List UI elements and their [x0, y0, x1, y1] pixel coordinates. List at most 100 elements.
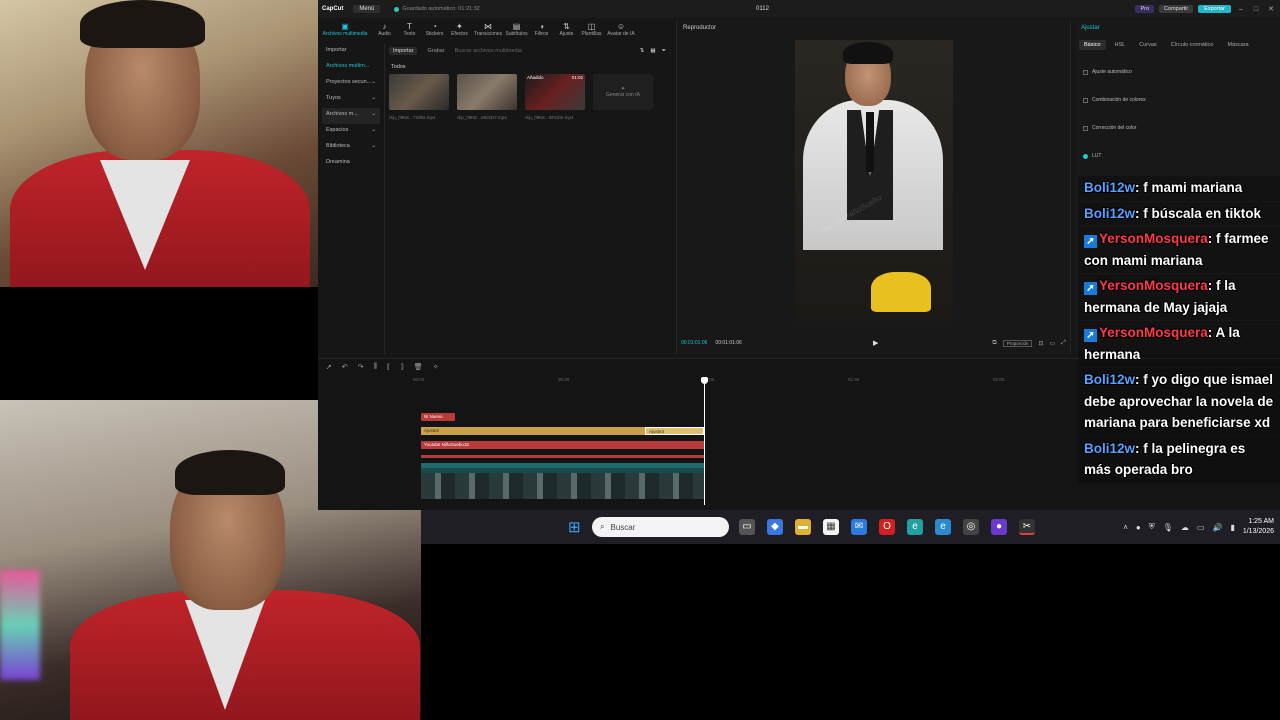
ruler-tick: 00:00 — [413, 377, 425, 382]
file-explorer-icon[interactable]: ▬ — [795, 519, 811, 535]
timeline-overlay-clip[interactable] — [421, 455, 704, 458]
capcut-taskbar-icon[interactable]: ✂ — [1019, 519, 1035, 535]
fullscreen-icon[interactable]: ⤢ — [1061, 340, 1066, 347]
user-badge-icon: ➚ — [1084, 282, 1097, 295]
checkbox[interactable] — [1083, 153, 1088, 159]
grid-view-icon[interactable]: ▦ — [650, 48, 655, 54]
adjust-row-auto[interactable]: Ajuste automático — [1075, 58, 1280, 86]
redo-icon[interactable]: ↷ — [358, 363, 364, 371]
filter-icon[interactable]: ⏷ — [662, 48, 666, 55]
clock[interactable]: 1:25 AM 1/13/2026 — [1243, 517, 1274, 537]
menu-button[interactable]: Menú — [353, 5, 381, 13]
ratio-button[interactable]: Proporción — [1002, 339, 1033, 347]
battery-icon[interactable]: ▮ — [1230, 523, 1234, 532]
magic-icon[interactable]: ✧ — [433, 363, 439, 371]
adjust-row-color-correction[interactable]: Corrección del color — [1075, 114, 1280, 142]
project-name[interactable]: 0112 — [756, 6, 769, 12]
maximize-icon[interactable]: □ — [1251, 6, 1261, 13]
split-icon[interactable]: ⫼ — [374, 363, 377, 371]
quality-icon[interactable]: ▭ — [1050, 340, 1056, 347]
chrome-icon[interactable]: ◎ — [963, 519, 979, 535]
generate-ai-card[interactable]: ✦ Generar con IA — [593, 74, 653, 120]
import-button[interactable]: Importar — [389, 47, 418, 55]
media-clip[interactable]: clip_09KE...MDSD7.mp4 — [457, 74, 517, 120]
timeline-main-video[interactable]: clip_09KE7BFSFCD4ZVK6AT6RPD3I.mp4 — [421, 463, 704, 499]
sidebar-item-projects[interactable]: Proyectos secun... ⌄ — [322, 76, 380, 92]
edge-dev-icon[interactable]: e — [935, 519, 951, 535]
sidebar-item-library[interactable]: Biblioteca ⌄ — [322, 140, 380, 156]
volume-icon[interactable]: 🔊 — [1212, 523, 1222, 532]
chevron-up-icon[interactable]: ˄ — [1123, 523, 1128, 532]
tab-audio[interactable]: ♪ Audio — [372, 22, 397, 40]
sidebar-item-media[interactable]: Archivos multim... — [322, 60, 380, 76]
adjust-row-color-match[interactable]: Combinación de colores — [1075, 86, 1280, 114]
delete-icon[interactable]: 🗑 — [414, 363, 423, 371]
sidebar-item-files[interactable]: Archivos m... ⌄ — [322, 108, 380, 124]
sidebar-item-yours[interactable]: Tuyos ⌄ — [322, 92, 380, 108]
task-view-icon[interactable]: ▭ — [739, 519, 755, 535]
shield-icon[interactable]: ⛨ — [1149, 522, 1155, 532]
mic-icon[interactable]: 🎙 — [1163, 523, 1173, 532]
playhead[interactable] — [701, 377, 708, 505]
timeline-title-clip[interactable]: Ni Nuevo — [421, 413, 455, 421]
tab-transitions[interactable]: ⋈ Transiciones — [472, 22, 504, 40]
tab-templates[interactable]: ◫ Plantillas — [579, 22, 604, 40]
edge-icon[interactable]: e — [907, 519, 923, 535]
tab-stickers[interactable]: ◔ Stickers — [422, 22, 447, 40]
checkbox[interactable] — [1083, 125, 1088, 131]
opera-icon[interactable]: O — [879, 519, 895, 535]
tab-basic[interactable]: Básico — [1079, 40, 1106, 50]
tab-curves[interactable]: Curvas — [1134, 40, 1161, 50]
export-button[interactable]: Exportar — [1198, 5, 1231, 13]
chat-username: YersonMosquera — [1099, 231, 1208, 246]
undo-icon[interactable]: ↶ — [342, 363, 348, 371]
timeline-adjust-segment[interactable]: Ajuste3 — [645, 427, 704, 435]
sidebar-item-dreamina[interactable]: Dreamina — [322, 156, 380, 172]
copilot-icon[interactable]: ◆ — [767, 519, 783, 535]
current-timecode: 00:01:01:06 — [681, 340, 708, 346]
media-clip[interactable]: clip_09KE...72d92.mp4 — [389, 74, 449, 120]
tab-effects[interactable]: ✦ Efectos — [447, 22, 472, 40]
play-icon[interactable]: ▶ — [873, 339, 878, 347]
record-icon[interactable]: ● — [1136, 523, 1141, 532]
split-left-icon[interactable]: ⟦ — [387, 363, 390, 371]
tab-color-wheel[interactable]: Círculo cromático — [1166, 40, 1219, 50]
crop-icon[interactable]: ⧉ — [992, 340, 996, 347]
media-search-input[interactable]: Buscar archivos multimedia — [455, 48, 634, 54]
chat-username: Boli12w — [1084, 180, 1136, 195]
sidebar-item-spaces[interactable]: Espacios ⌄ — [322, 124, 380, 140]
sort-icon[interactable]: ⇅ — [640, 48, 645, 54]
mail-icon[interactable]: ✉ — [851, 519, 867, 535]
tab-hsl[interactable]: HSL — [1110, 40, 1131, 50]
taskbar-search[interactable]: ⌕ Buscar — [592, 517, 729, 537]
autosave-status: Guardado automático: 01:21:32 — [394, 6, 480, 12]
checkbox[interactable] — [1083, 69, 1088, 75]
tab-ai-avatar[interactable]: ☺ Avatar de IA — [604, 22, 638, 40]
video-preview[interactable]: Youtube NiñoSuebo — [795, 40, 953, 321]
store-icon[interactable]: ▦ — [823, 519, 839, 535]
obs-icon[interactable]: ● — [991, 519, 1007, 535]
pro-button[interactable]: Pro — [1135, 5, 1155, 13]
share-button[interactable]: Compartir — [1159, 5, 1194, 13]
timeline-adjust-clip[interactable]: Ajuste2 Ajuste3 — [421, 427, 704, 435]
checkbox[interactable] — [1083, 97, 1088, 103]
sidebar-item-import[interactable]: Importar — [322, 44, 380, 60]
split-right-icon[interactable]: ⟧ — [400, 363, 403, 371]
tab-media[interactable]: ▣ Archivos multimedia — [318, 22, 372, 40]
tab-filters[interactable]: ◑ Filtros — [529, 22, 554, 40]
select-tool-icon[interactable]: ➚ — [326, 363, 332, 371]
close-icon[interactable]: ✕ — [1266, 5, 1276, 13]
adjust-row-lut[interactable]: LUT — [1075, 142, 1280, 170]
media-clip[interactable]: Añadido 01:02 clip_09KE...8F63Xr.mp4 — [525, 74, 585, 120]
cloud-icon[interactable]: ☁ — [1181, 523, 1189, 532]
windows-start-icon[interactable]: ⊞ — [568, 518, 581, 536]
minimize-icon[interactable]: – — [1236, 6, 1246, 13]
record-button[interactable]: Grabar — [423, 47, 448, 55]
fit-icon[interactable]: ⊡ — [1038, 340, 1043, 347]
monitor-icon[interactable]: ▭ — [1197, 523, 1205, 532]
timeline-text-clip[interactable]: Youtube NiñoSuebo16 — [421, 441, 704, 449]
tab-subtitles[interactable]: ▤ Subtítulos — [504, 22, 529, 40]
tab-mask[interactable]: Máscara — [1222, 40, 1253, 50]
tab-adjust[interactable]: ⇅ Ajuste — [554, 22, 579, 40]
tab-text[interactable]: T Texto — [397, 22, 422, 40]
